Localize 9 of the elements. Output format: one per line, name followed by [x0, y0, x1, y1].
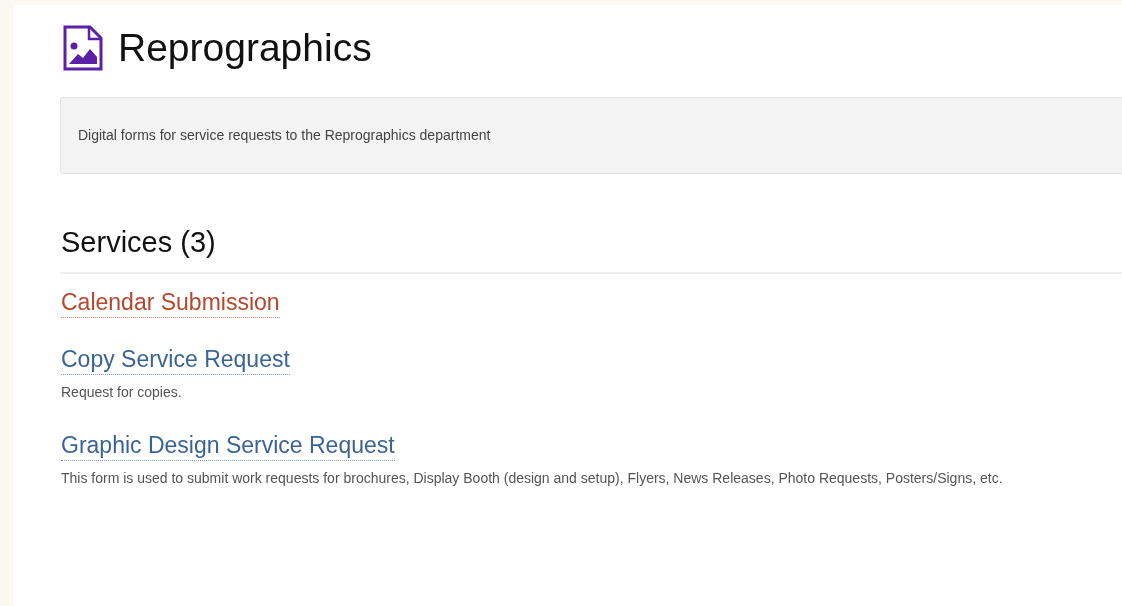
service-link[interactable]: Copy Service Request — [61, 344, 290, 375]
image-file-icon — [62, 24, 104, 72]
service-link[interactable]: Graphic Design Service Request — [61, 430, 395, 461]
description-text: Digital forms for service requests to the Reprographics department — [78, 126, 491, 145]
page-title: Reprographics — [118, 25, 372, 71]
service-description: This form is used to submit work requests for brochures, Display Booth (design and setup), Flyers, News Releases, Photo Requests, Posters/Signs, etc. — [61, 469, 1004, 488]
service-description: Request for copies. — [61, 383, 183, 402]
service-link[interactable]: Calendar Submission — [61, 287, 280, 318]
section-heading: Services (3) — [60, 225, 217, 260]
